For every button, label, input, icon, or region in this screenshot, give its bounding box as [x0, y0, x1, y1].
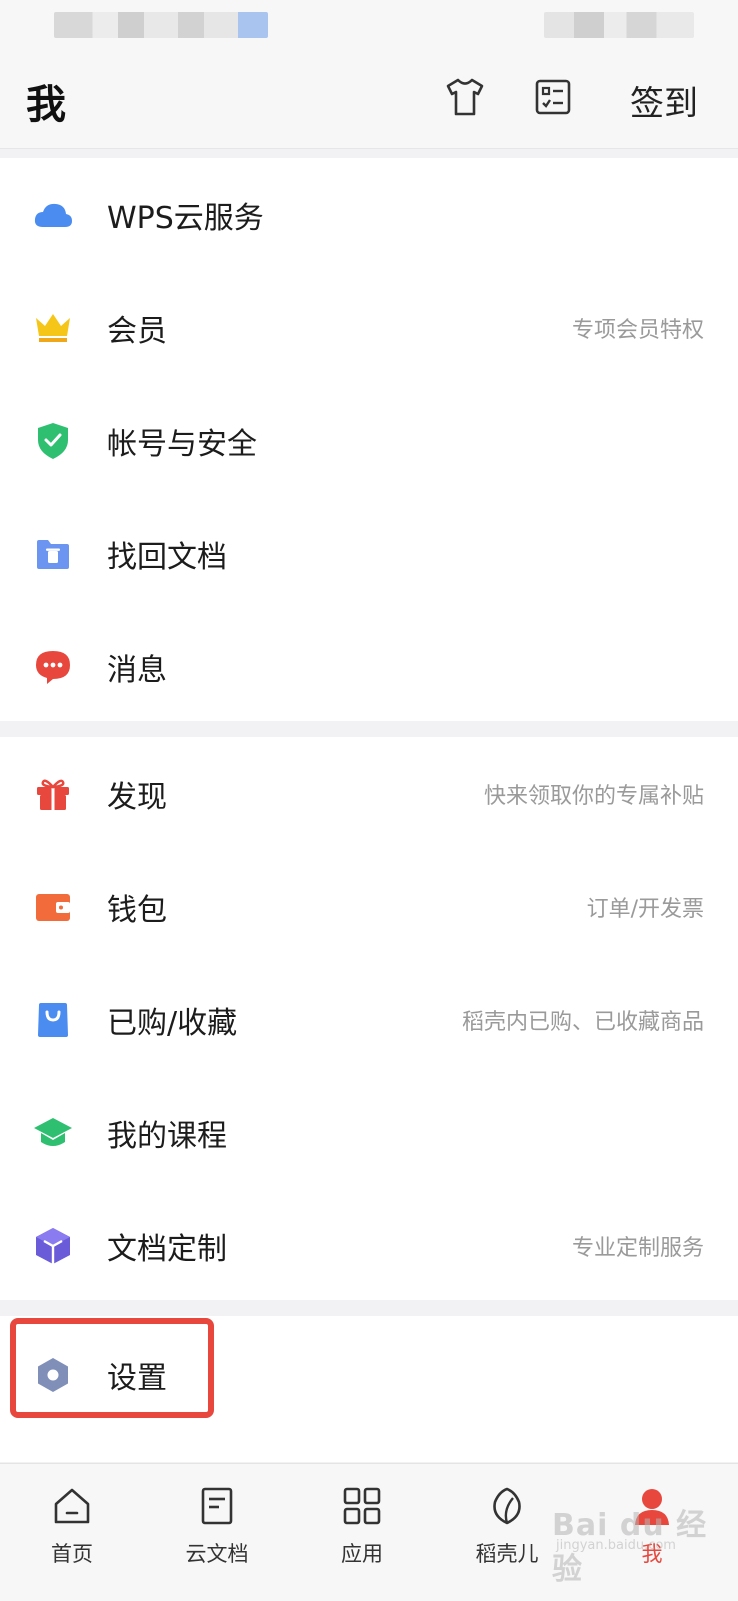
wallet-icon	[32, 886, 74, 928]
status-bar	[0, 0, 738, 50]
watermark-sub: jingyan.baidu.com	[556, 1538, 676, 1553]
cube-icon	[32, 1225, 74, 1267]
document-icon	[195, 1484, 239, 1528]
menu-item-label: 已购/收藏	[107, 1005, 238, 1041]
menu-item-label: 我的课程	[107, 1118, 227, 1154]
menu-item-messages[interactable]: 消息	[0, 610, 738, 723]
tab-home[interactable]: 首页	[12, 1478, 132, 1588]
menu-item-desc: 专业定制服务	[571, 1235, 704, 1261]
menu-item-recover-docs[interactable]: 找回文档	[0, 497, 738, 610]
crown-icon	[32, 307, 74, 349]
menu-item-wps-cloud[interactable]: WPS云服务	[0, 158, 738, 271]
menu-item-discover[interactable]: 发现 快来领取你的专属补贴	[0, 737, 738, 850]
graduation-cap-icon	[32, 1112, 74, 1154]
home-icon	[50, 1484, 94, 1528]
header: 我 签到	[0, 50, 738, 149]
menu-item-doc-customization[interactable]: 文档定制 专业定制服务	[0, 1189, 738, 1302]
status-bar-right-blurred	[544, 12, 694, 38]
menu-item-desc: 专项会员特权	[571, 317, 704, 343]
menu-item-desc: 稻壳内已购、已收藏商品	[461, 1009, 704, 1035]
tab-apps[interactable]: 应用	[302, 1478, 422, 1588]
menu-item-label: 文档定制	[107, 1231, 227, 1267]
tab-docer[interactable]: 稻壳儿	[447, 1478, 567, 1588]
leaf-icon	[485, 1484, 529, 1528]
shield-icon	[32, 420, 74, 462]
menu-item-wallet[interactable]: 钱包 订单/开发票	[0, 850, 738, 963]
menu-item-label: 钱包	[107, 892, 167, 928]
menu-item-label: 帐号与安全	[107, 426, 257, 462]
page-title: 我	[26, 82, 66, 128]
checkin-button[interactable]: 签到	[630, 76, 698, 125]
menu-item-account-security[interactable]: 帐号与安全	[0, 384, 738, 497]
tab-label: 首页	[51, 1542, 93, 1566]
checklist-icon[interactable]	[530, 74, 576, 120]
menu-item-desc: 订单/开发票	[586, 896, 704, 922]
menu-section-services: 发现 快来领取你的专属补贴 钱包 订单/开发票 已购/收藏 稻壳内已购、已收藏商…	[0, 737, 738, 1300]
cloud-icon	[32, 194, 74, 236]
grid-icon	[340, 1484, 384, 1528]
settings-highlight-box	[10, 1318, 214, 1418]
status-bar-left-blurred	[54, 12, 268, 38]
menu-item-label: 发现	[107, 779, 167, 815]
menu-item-label: 找回文档	[107, 539, 227, 575]
menu-section-account: WPS云服务 会员 专项会员特权 帐号与安全 找回文档 消息	[0, 158, 738, 721]
shopping-bag-icon	[32, 999, 74, 1041]
gift-icon	[32, 773, 74, 815]
folder-trash-icon	[32, 533, 74, 575]
menu-item-purchased-favorites[interactable]: 已购/收藏 稻壳内已购、已收藏商品	[0, 963, 738, 1076]
shirt-icon[interactable]	[442, 74, 488, 120]
tab-label: 稻壳儿	[475, 1542, 539, 1566]
chat-bubble-icon	[32, 646, 74, 688]
menu-item-label: 消息	[107, 652, 167, 688]
menu-item-desc: 快来领取你的专属补贴	[483, 783, 704, 809]
tab-label: 应用	[341, 1542, 383, 1566]
menu-item-label: 会员	[107, 313, 167, 349]
menu-item-my-courses[interactable]: 我的课程	[0, 1076, 738, 1189]
tab-cloud-docs[interactable]: 云文档	[157, 1478, 277, 1588]
menu-item-label: WPS云服务	[107, 200, 264, 236]
menu-item-member[interactable]: 会员 专项会员特权	[0, 271, 738, 384]
tab-label: 云文档	[185, 1542, 249, 1566]
